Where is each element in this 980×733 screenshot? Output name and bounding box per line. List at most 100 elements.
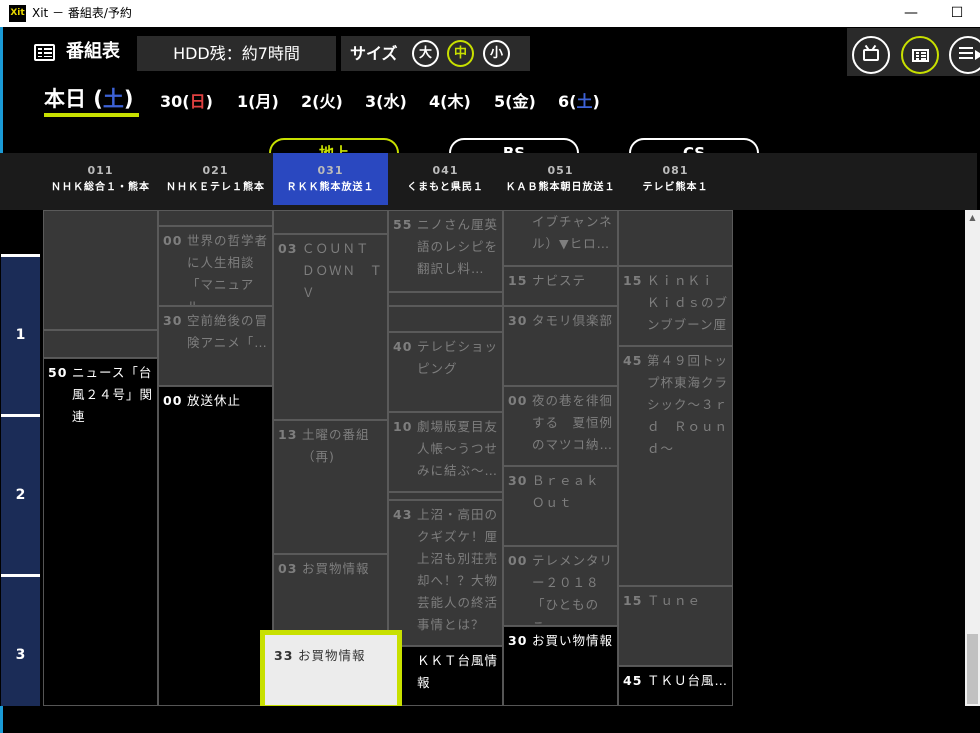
- date-weekday: 日: [189, 92, 206, 111]
- date-weekday: 木: [447, 92, 464, 111]
- channel-name: テレビ熊本１: [642, 182, 709, 193]
- date-tab[interactable]: 5(金): [494, 91, 536, 113]
- play-icon: [975, 50, 980, 60]
- program-minute: 30: [508, 633, 528, 648]
- program-cell[interactable]: [273, 210, 388, 234]
- recorded-list-button[interactable]: [949, 36, 980, 74]
- channel-number: 021: [202, 164, 229, 177]
- selected-program-cell[interactable]: 33 お買物情報: [260, 630, 402, 706]
- program-minute: 30: [508, 313, 528, 328]
- date-tab[interactable]: 1(月): [237, 91, 279, 113]
- size-selector: サイズ 大 中 小: [341, 36, 530, 71]
- program-title: タモリ倶楽部: [532, 313, 614, 328]
- program-cell[interactable]: 00 テレメンタリー２０１８「ひとものこ…: [503, 546, 618, 626]
- program-cell[interactable]: 40 テレビショッピング: [388, 332, 503, 412]
- channel-name: ＲＫＫ熊本放送１: [286, 182, 375, 193]
- program-title: 空前絶後の冒険アニメ「…: [187, 313, 269, 350]
- program-minute: 03: [278, 241, 298, 256]
- program-minute: 13: [278, 427, 298, 442]
- program-title: イブチャンネル）▼ヒロ…: [532, 214, 613, 251]
- channel-name: ＫＡＢ熊本朝日放送１: [505, 182, 616, 193]
- hour-label: 2: [1, 414, 40, 574]
- size-medium-button[interactable]: 中: [447, 40, 474, 67]
- size-small-button[interactable]: 小: [483, 40, 510, 67]
- program-cell[interactable]: 00 夜の巷を徘徊する 夏恒例のマツコ納…: [503, 386, 618, 466]
- program-title: ナビステ: [532, 273, 587, 288]
- program-title: ＫＫＴ台風情報: [417, 653, 499, 690]
- channel-081[interactable]: 081 テレビ熊本１: [618, 153, 733, 205]
- program-title: ＫｉｎＫｉ Ｋｉｄｓのブンブブーン厘: [647, 273, 729, 332]
- program-cell[interactable]: 15 ナビステ: [503, 266, 618, 306]
- program-cell[interactable]: 13 土曜の番組（再): [273, 420, 388, 554]
- program-cell[interactable]: [388, 292, 503, 306]
- program-cell[interactable]: [158, 210, 273, 226]
- program-cell[interactable]: 30 Ｂｒｅａｋ Ｏｕｔ: [503, 466, 618, 546]
- program-cell[interactable]: 10 劇場版夏目友人帳～うつせみに結ぶ～…: [388, 412, 503, 492]
- channel-number: 041: [432, 164, 459, 177]
- program-guide-button[interactable]: [901, 36, 939, 74]
- channel-011[interactable]: 011 ＮＨＫ総合１・熊本: [43, 153, 158, 205]
- date-tab[interactable]: 6(土): [558, 91, 600, 113]
- program-cell[interactable]: 30 空前絶後の冒険アニメ「…: [158, 306, 273, 386]
- program-minute: 03: [278, 561, 298, 576]
- scroll-up-icon[interactable]: ▲: [965, 212, 980, 224]
- date-tab[interactable]: 2(火): [301, 91, 343, 113]
- program-cell[interactable]: [43, 330, 158, 358]
- scrollbar-thumb[interactable]: [967, 634, 978, 704]
- program-cell[interactable]: 43 上沼・高田のクギズケ！厘 上沼も別荘売却へ！？大物芸能人の終活事情とは？: [388, 500, 503, 646]
- program-cell[interactable]: [43, 210, 158, 330]
- hdd-remaining: HDD残：約7時間: [137, 36, 336, 71]
- program-title: テレメンタリー２０１８「ひとものこ…: [532, 553, 614, 625]
- channel-041[interactable]: 041 くまもと県民１: [388, 153, 503, 205]
- program-cell[interactable]: 30 タモリ倶楽部: [503, 306, 618, 386]
- program-cell[interactable]: 15 Ｔｕｎｅ: [618, 586, 733, 666]
- hour-label: 3: [1, 574, 40, 706]
- vertical-scrollbar[interactable]: ▲: [965, 210, 980, 706]
- program-cell[interactable]: 00 世界の哲学者に人生相談「マニュアル…: [158, 226, 273, 306]
- channel-name: くまもと県民１: [407, 182, 484, 193]
- program-cell[interactable]: [618, 210, 733, 266]
- program-minute: 45: [623, 673, 643, 688]
- live-tv-button[interactable]: [852, 36, 890, 74]
- size-large-button[interactable]: 大: [412, 40, 439, 67]
- program-cell[interactable]: 45 ＴＫＵ台風…: [618, 666, 733, 706]
- program-minute: 30: [163, 313, 183, 328]
- program-title: Ｔｕｎｅ: [647, 593, 702, 608]
- date-tab[interactable]: 30(日): [160, 91, 213, 113]
- program-title: 上沼・高田のクギズケ！厘 上沼も別荘売却へ！？大物芸能人の終活事情とは？: [417, 507, 502, 632]
- program-cell[interactable]: 00 放送休止: [158, 386, 273, 706]
- paren-close: ): [592, 92, 600, 111]
- maximize-button[interactable]: ☐: [934, 0, 980, 27]
- program-cell[interactable]: [388, 492, 503, 500]
- channel-number: 051: [547, 164, 574, 177]
- channel-051[interactable]: 051 ＫＡＢ熊本朝日放送１: [503, 153, 618, 205]
- program-cell[interactable]: 50 ニュース「台風２４号」関連: [43, 358, 158, 706]
- date-day: 1: [237, 92, 249, 111]
- program-title: 世界の哲学者に人生相談「マニュアル…: [187, 233, 269, 305]
- program-cell[interactable]: 55 ニノさん厘英語のレシピを翻訳し料…: [388, 210, 503, 292]
- today-weekday: 土: [102, 87, 124, 111]
- program-cell[interactable]: 30 お買い物情報: [503, 626, 618, 706]
- program-cell[interactable]: 15 ＫｉｎＫｉ Ｋｉｄｓのブンブブーン厘: [618, 266, 733, 346]
- date-tab-today[interactable]: 本日 (土): [44, 84, 134, 114]
- paren-close: ): [528, 92, 536, 111]
- minimize-button[interactable]: —: [888, 0, 934, 27]
- window-title-bar: Xit Xit － 番組表/予約 — ☐: [0, 0, 980, 27]
- program-minute: 00: [163, 233, 183, 248]
- program-cell[interactable]: イブチャンネル）▼ヒロ…: [503, 210, 618, 266]
- date-tab[interactable]: 4(木): [429, 91, 471, 113]
- channel-021[interactable]: 021 ＮＨＫＥテレ１熊本: [158, 153, 273, 205]
- program-cell[interactable]: 45 第４９回トップ杯東海クラシック～３ｒｄ Ｒｏｕｎｄ～: [618, 346, 733, 586]
- program-title: Ｂｒｅａｋ Ｏｕｔ: [532, 473, 614, 510]
- channel-name: ＮＨＫＥテレ１熊本: [166, 182, 265, 193]
- date-day: 2: [301, 92, 313, 111]
- date-day: 3: [365, 92, 377, 111]
- channel-031[interactable]: 031 ＲＫＫ熊本放送１: [273, 153, 388, 205]
- program-cell[interactable]: [388, 306, 503, 332]
- program-title: 夜の巷を徘徊する 夏恒例のマツコ納…: [532, 393, 614, 452]
- program-cell[interactable]: 03 ＣＯＵＮＴ ＤＯＷＮ ＴＶ: [273, 234, 388, 420]
- program-title: 放送休止: [187, 393, 242, 408]
- program-cell[interactable]: 8ＫＫＴ台風情報: [388, 646, 503, 706]
- today-label: 本日: [44, 87, 86, 111]
- date-tab[interactable]: 3(水): [365, 91, 407, 113]
